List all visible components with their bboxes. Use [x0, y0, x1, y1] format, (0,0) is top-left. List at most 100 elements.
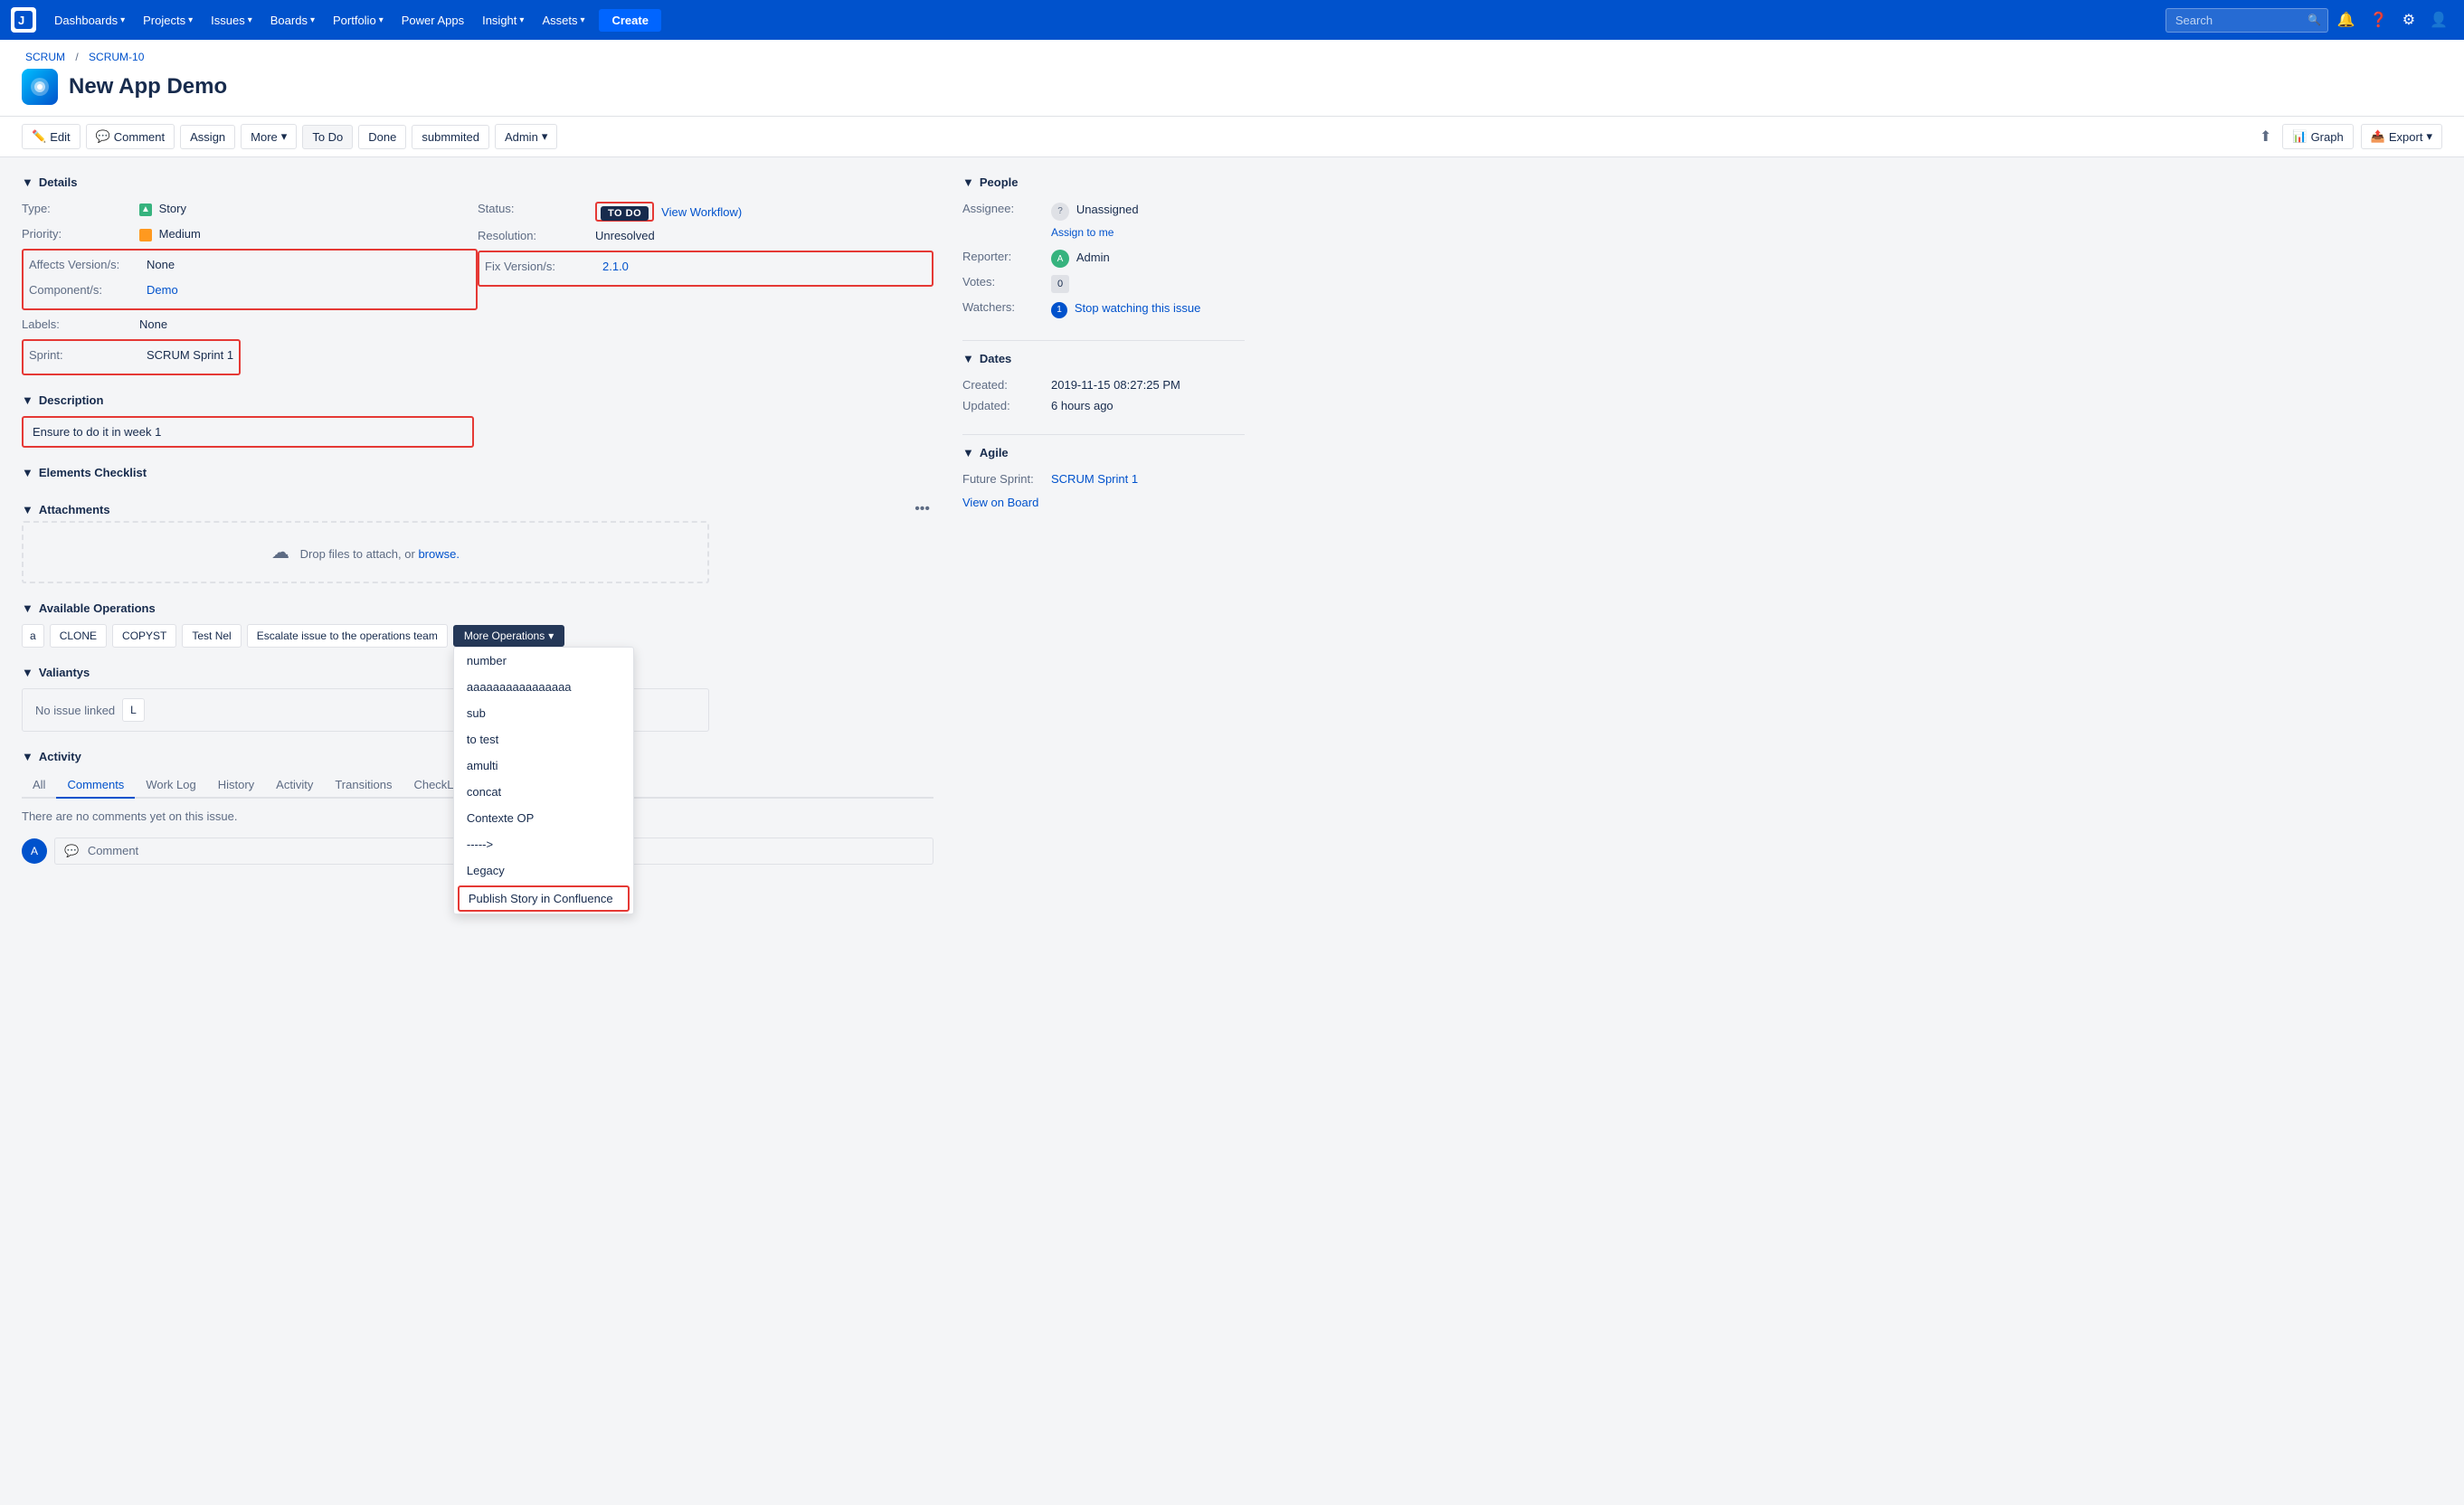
op-btn-copyst[interactable]: COPYST [112, 624, 176, 648]
view-workflow-link[interactable]: View Workflow) [661, 205, 742, 219]
attachments-section-header[interactable]: ▼ Attachments [22, 503, 110, 516]
ops-buttons: a CLONE COPYST Test Nel Escalate issue t… [22, 624, 933, 648]
browse-link[interactable]: browse. [418, 547, 460, 561]
breadcrumb-separator: / [75, 51, 78, 63]
projects-chevron-icon: ▾ [188, 15, 193, 25]
elements-checklist-header[interactable]: ▼ Elements Checklist [22, 466, 933, 479]
dates-toggle-icon: ▼ [962, 352, 974, 365]
todo-button[interactable]: To Do [302, 125, 353, 149]
attachments-more-button[interactable]: ••• [911, 497, 933, 521]
nav-portfolio[interactable]: Portfolio ▾ [326, 10, 391, 31]
dropdown-item-sub[interactable]: sub [454, 700, 633, 726]
dropdown-item-arrow[interactable]: -----> [454, 831, 633, 857]
toolbar-right: ⬆ 📊 Graph 📤 Export ▾ [2256, 124, 2442, 149]
notifications-icon[interactable]: 🔔 [2332, 7, 2361, 33]
dropdown-item-concat[interactable]: concat [454, 779, 633, 805]
more-button[interactable]: More ▾ [241, 124, 297, 149]
help-icon[interactable]: ❓ [2364, 7, 2393, 33]
comment-icon-inline: 💬 [64, 844, 79, 857]
dropdown-item-to-test[interactable]: to test [454, 726, 633, 752]
done-button[interactable]: Done [358, 125, 406, 149]
attachments-toggle-icon: ▼ [22, 503, 33, 516]
dropdown-item-aaa[interactable]: aaaaaaaaaaaaaaaa [454, 674, 633, 700]
user-avatar[interactable]: 👤 [2424, 7, 2453, 33]
more-operations-button[interactable]: More Operations ▾ [453, 625, 564, 647]
attachments-drop-area[interactable]: ☁ Drop files to attach, or browse. [22, 521, 709, 583]
op-btn-escalate[interactable]: Escalate issue to the operations team [247, 624, 448, 648]
assign-me-link[interactable]: Assign to me [1051, 226, 1245, 239]
description-section: ▼ Description Ensure to do it in week 1 [22, 393, 933, 448]
nav-projects[interactable]: Projects ▾ [136, 10, 200, 31]
attachments-header: ▼ Attachments ••• [22, 497, 933, 521]
settings-icon[interactable]: ⚙ [2397, 7, 2421, 33]
details-left: Type: ▲ Story Priority: Medium [22, 198, 478, 375]
nav-boards[interactable]: Boards ▾ [263, 10, 322, 31]
export-button[interactable]: 📤 Export ▾ [2361, 124, 2442, 149]
people-header[interactable]: ▼ People [962, 175, 1245, 189]
status-badge: TO DO [601, 206, 649, 221]
admin-button[interactable]: Admin ▾ [495, 124, 557, 149]
issues-chevron-icon: ▾ [248, 15, 252, 25]
available-operations-header[interactable]: ▼ Available Operations [22, 601, 933, 615]
available-operations-section: ▼ Available Operations a CLONE COPYST Te… [22, 601, 933, 648]
breadcrumb-project[interactable]: SCRUM [25, 51, 65, 63]
nav-power-apps[interactable]: Power Apps [394, 10, 471, 31]
nav-issues[interactable]: Issues ▾ [204, 10, 260, 31]
op-btn-a[interactable]: a [22, 624, 44, 648]
dropdown-item-legacy[interactable]: Legacy [454, 857, 633, 884]
components-value[interactable]: Demo [147, 283, 178, 297]
sprint-group: Sprint: SCRUM Sprint 1 [22, 339, 241, 375]
future-sprint-value[interactable]: SCRUM Sprint 1 [1051, 472, 1138, 486]
op-btn-test-nel[interactable]: Test Nel [182, 624, 241, 648]
export-chevron-icon: ▾ [2426, 129, 2432, 144]
nav-insight[interactable]: Insight ▾ [475, 10, 531, 31]
create-button[interactable]: Create [599, 9, 660, 32]
search-wrapper: 🔍 [2165, 8, 2328, 33]
fix-version-value[interactable]: 2.1.0 [602, 260, 629, 273]
components-row: Component/s: Demo [29, 279, 470, 305]
tab-transitions[interactable]: Transitions [324, 772, 403, 799]
nav-dashboards[interactable]: Dashboards ▾ [47, 10, 132, 31]
dropdown-item-number[interactable]: number [454, 648, 633, 674]
share-button[interactable]: ⬆ [2256, 124, 2275, 149]
assign-button[interactable]: Assign [180, 125, 235, 149]
resolution-value: Unresolved [595, 229, 655, 242]
votes-row: Votes: 0 [962, 271, 1245, 297]
toolbar: ✏️ Edit 💬 Comment Assign More ▾ To Do Do… [0, 117, 2464, 157]
nav-assets[interactable]: Assets ▾ [535, 10, 592, 31]
stop-watching-link[interactable]: Stop watching this issue [1075, 301, 1200, 315]
affects-row: Affects Version/s: None [29, 254, 470, 279]
agile-header[interactable]: ▼ Agile [962, 446, 1245, 459]
dates-header[interactable]: ▼ Dates [962, 352, 1245, 365]
people-toggle-icon: ▼ [962, 175, 974, 189]
priority-value: Medium [139, 227, 201, 241]
details-header[interactable]: ▼ Details [22, 175, 933, 189]
breadcrumb-issue[interactable]: SCRUM-10 [89, 51, 144, 63]
op-btn-clone[interactable]: CLONE [50, 624, 107, 648]
details-section: ▼ Details Type: ▲ Story Priority: [22, 175, 933, 375]
boards-chevron-icon: ▾ [310, 15, 315, 25]
right-column: ▼ People Assignee: ? Unassigned Assign t… [955, 175, 1245, 883]
dropdown-item-amulti[interactable]: amulti [454, 752, 633, 779]
view-on-board-link[interactable]: View on Board [962, 496, 1038, 509]
dropdown-item-publish-story[interactable]: Publish Story in Confluence [458, 885, 630, 912]
tab-activity[interactable]: Activity [265, 772, 324, 799]
description-header[interactable]: ▼ Description [22, 393, 933, 407]
updated-value: 6 hours ago [1051, 399, 1114, 412]
tab-history[interactable]: History [207, 772, 265, 799]
tab-worklog[interactable]: Work Log [135, 772, 206, 799]
edit-button[interactable]: ✏️ Edit [22, 124, 81, 149]
link-button[interactable]: L [122, 698, 145, 722]
graph-button[interactable]: 📊 Graph [2282, 124, 2353, 149]
page-title-row: New App Demo [22, 69, 2442, 105]
description-toggle-icon: ▼ [22, 393, 33, 407]
tab-comments[interactable]: Comments [56, 772, 135, 799]
comment-button[interactable]: 💬 Comment [86, 124, 175, 149]
left-column: ▼ Details Type: ▲ Story Priority: [22, 175, 955, 883]
dropdown-item-contexte-op[interactable]: Contexte OP [454, 805, 633, 831]
submitted-button[interactable]: submmited [412, 125, 489, 149]
tab-all[interactable]: All [22, 772, 56, 799]
labels-row: Labels: None [22, 314, 478, 339]
votes-badge: 0 [1051, 275, 1069, 293]
search-input[interactable] [2165, 8, 2328, 33]
